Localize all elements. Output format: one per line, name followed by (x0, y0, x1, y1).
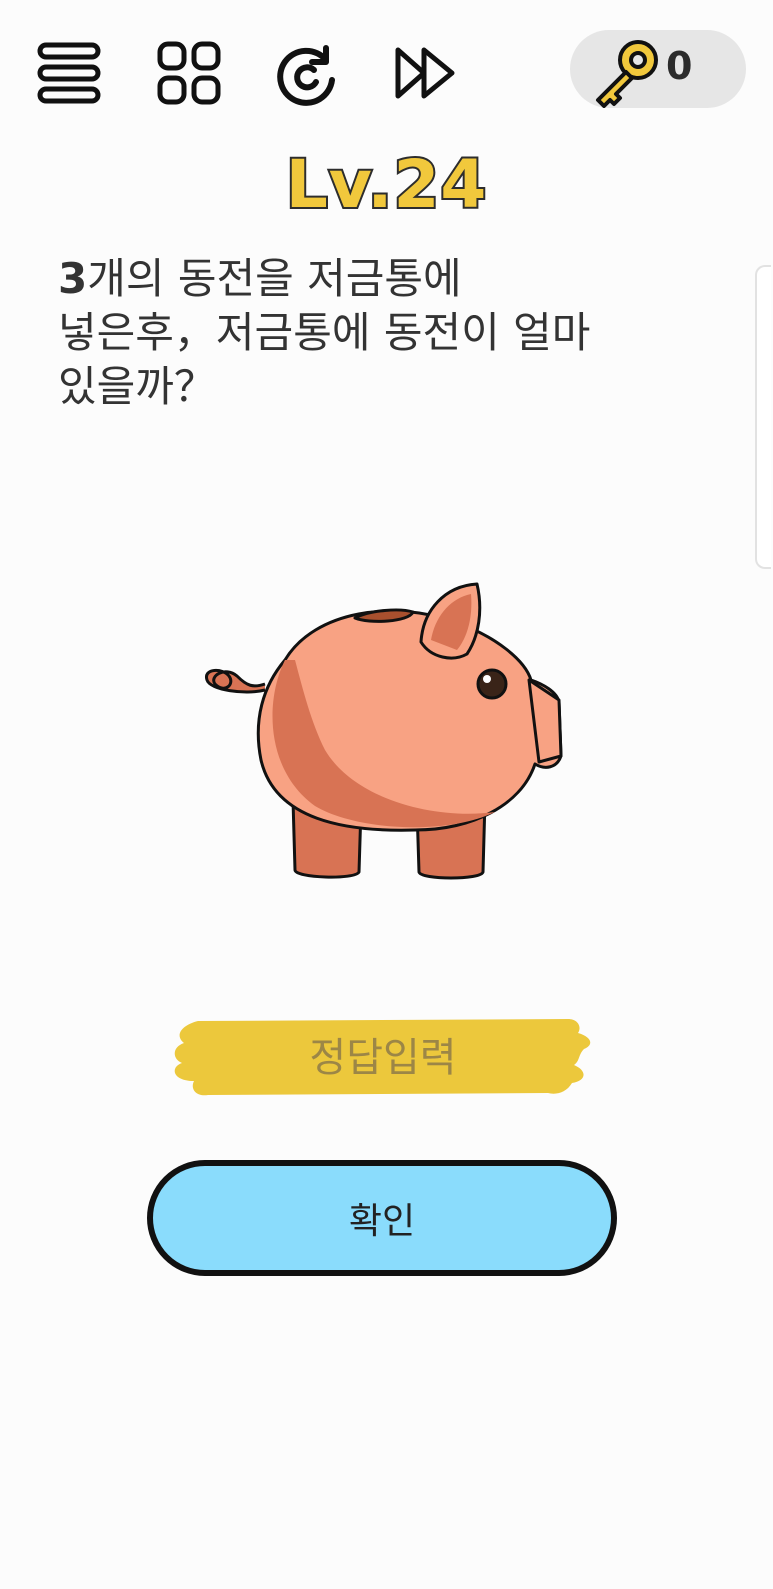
question-text: 3개의 동전을 저금통에 넣은후，저금통에 동전이 얼마 있을까？ (58, 252, 678, 414)
side-panel-handle[interactable] (755, 265, 771, 569)
menu-button[interactable] (36, 40, 102, 106)
skip-icon (395, 47, 455, 99)
levels-button[interactable] (156, 40, 222, 106)
key-icon (596, 40, 658, 108)
confirm-button[interactable]: 확인 (147, 1160, 617, 1276)
level-title: Lv.24 (284, 144, 489, 225)
answer-field[interactable] (168, 1015, 594, 1100)
skip-button[interactable] (392, 40, 458, 106)
key-count: 0 (666, 44, 693, 88)
question-body: 개의 동전을 저금통에 넣은후，저금통에 동전이 얼마 있을까？ (58, 254, 591, 411)
menu-icon (37, 42, 101, 104)
answer-input[interactable] (208, 1025, 558, 1091)
piggy-bank[interactable] (195, 580, 570, 890)
question-number: 3 (58, 254, 88, 303)
grid-icon (157, 41, 221, 105)
restart-icon (277, 45, 335, 106)
restart-button[interactable] (274, 40, 340, 106)
key-counter[interactable]: 0 (570, 30, 746, 108)
